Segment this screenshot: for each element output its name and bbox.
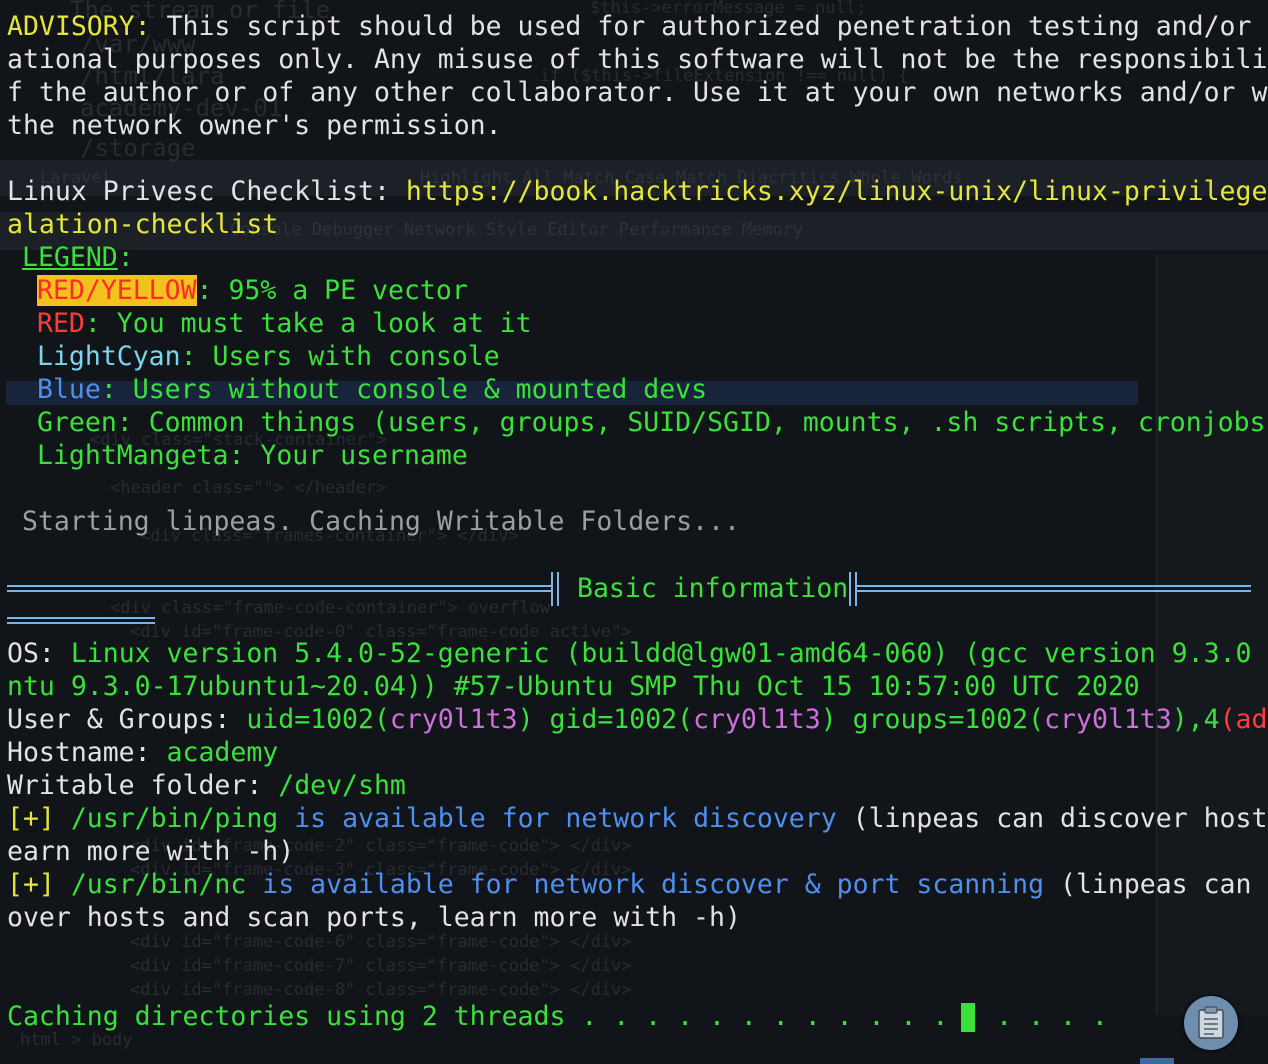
nc-path: /usr/bin/nc [54,869,247,900]
os-line: OS: Linux version 5.4.0-52-generic (buil… [7,637,1268,670]
terminal-cursor [961,1003,975,1032]
ping-line: [+] /usr/bin/ping is available for netwo… [7,802,1268,835]
scroll-indicator [1140,1058,1174,1064]
ping-available: is available for network discovery [278,803,837,834]
writable-label: Writable folder: [7,770,263,801]
section-rule-left [7,585,551,592]
legend-key: Blue [37,374,101,405]
bg-text: <div id="frame-code-6" class="frame-code… [130,932,632,952]
plus-marker: [+] [7,869,55,900]
user-groups-label: User & Groups: [7,704,231,735]
checklist-url-cont[interactable]: alation-checklist [7,208,278,241]
user-groups-line: User & Groups: uid=1002(cry0l1t3) gid=10… [7,703,1268,736]
os-label: OS: [7,638,55,669]
legend-item: Blue: Users without console & mounted de… [37,373,707,406]
legend-item: RED: You must take a look at it [37,307,532,340]
legend-key: RED/YELLOW [37,275,197,306]
clipboard-button[interactable] [1184,996,1238,1050]
legend-title: LEGEND: [22,241,134,274]
legend-desc: : Your username [228,440,468,471]
legend-desc: : Users without console & mounted devs [100,374,708,405]
nc-available: is available for network discover & port… [246,869,1045,900]
nc-line: [+] /usr/bin/nc is available for network… [7,868,1268,901]
advisory-line: the network owner's permission. [7,110,502,141]
legend-desc: : You must take a look at it [84,308,532,339]
advisory-line: f the author or of any other collaborato… [7,77,1268,108]
legend-key: Green [37,407,117,438]
username: cry0l1t3 [389,704,518,735]
subsection-rule [7,617,155,624]
section-rule-right [857,585,1251,592]
bg-text: html > body [20,1030,133,1050]
writable-value: /dev/shm [262,770,406,801]
legend-item: LightCyan: Users with console [37,340,500,373]
os-value: Linux version 5.4.0-52-generic (buildd@l… [54,638,1268,669]
starting-message: Starting linpeas. Caching Writable Folde… [22,506,740,537]
section-rule-bar-right [849,572,857,606]
legend-item: LightMangeta: Your username [37,439,468,472]
writable-folder-line: Writable folder: /dev/shm [7,769,406,802]
legend-label: LEGEND [22,242,118,273]
groups-text: ) groups=1002( [820,704,1045,735]
ping-path: /usr/bin/ping [54,803,279,834]
username: cry0l1t3 [693,704,821,735]
advisory-text: This script should be used for authorize… [150,11,1268,42]
section-title: Basic information [577,573,849,604]
legend-item: Green: Common things (users, groups, SUI… [37,406,1268,439]
plus-marker: [+] [7,803,55,834]
advisory-line: ational purposes only. Any misuse of thi… [7,44,1268,75]
checklist-line: Linux Privesc Checklist: https://book.ha… [7,175,1268,208]
os-line-cont: ntu 9.3.0-17ubuntu1~20.04)) #57-Ubuntu S… [7,671,1140,702]
ping-line-cont: earn more with -h) [7,836,295,867]
nc-line-cont: over hosts and scan ports, learn more wi… [7,902,741,933]
legend-key: RED [37,308,85,339]
bg-text: <header class=""> </header> [110,478,387,498]
section-header-basic-information: Basic information [7,572,1251,606]
hostname-line: Hostname: academy [7,736,278,769]
legend-item: RED/YELLOW: 95% a PE vector [37,274,468,307]
legend-colon: : [117,242,134,273]
caching-line: Caching directories using 2 threads . . … [7,1001,1108,1032]
bg-text: <div id="frame-code-8" class="frame-code… [130,980,632,1000]
advisory-line: ADVISORY: This script should be used for… [7,10,1268,43]
advisory-label: ADVISORY: [7,11,151,42]
checklist-label: Linux Privesc Checklist: [7,176,390,207]
groups-text: ),4 [1171,704,1220,735]
gid-text: ) gid=1002( [517,704,694,735]
legend-desc: : Users with console [180,341,500,372]
ping-note: (linpeas can discover hosts, l [852,803,1268,834]
hostname-label: Hostname: [7,737,151,768]
styles-panel-ghost [1156,255,1268,1015]
checklist-url[interactable]: https://book.hacktricks.xyz/linux-unix/l… [406,176,1268,207]
bg-text: Console Debugger Network Style Editor Pe… [230,220,804,240]
legend-desc: : 95% a PE vector [196,275,468,306]
uid-text: uid=1002( [230,704,390,735]
legend-desc: : Common things (users, groups, SUID/SGI… [116,407,1268,438]
section-rule-bar-left [551,572,559,606]
nc-note: (linpeas can disc [1060,869,1268,900]
clipboard-icon [1198,1006,1224,1039]
bg-text: <div id="frame-code-7" class="frame-code… [130,956,632,976]
username: cry0l1t3 [1044,704,1172,735]
adm-group: (adm) [1219,704,1268,735]
legend-key: LightCyan [37,341,181,372]
legend-key: LightMangeta [37,440,229,471]
hostname-value: academy [150,737,279,768]
